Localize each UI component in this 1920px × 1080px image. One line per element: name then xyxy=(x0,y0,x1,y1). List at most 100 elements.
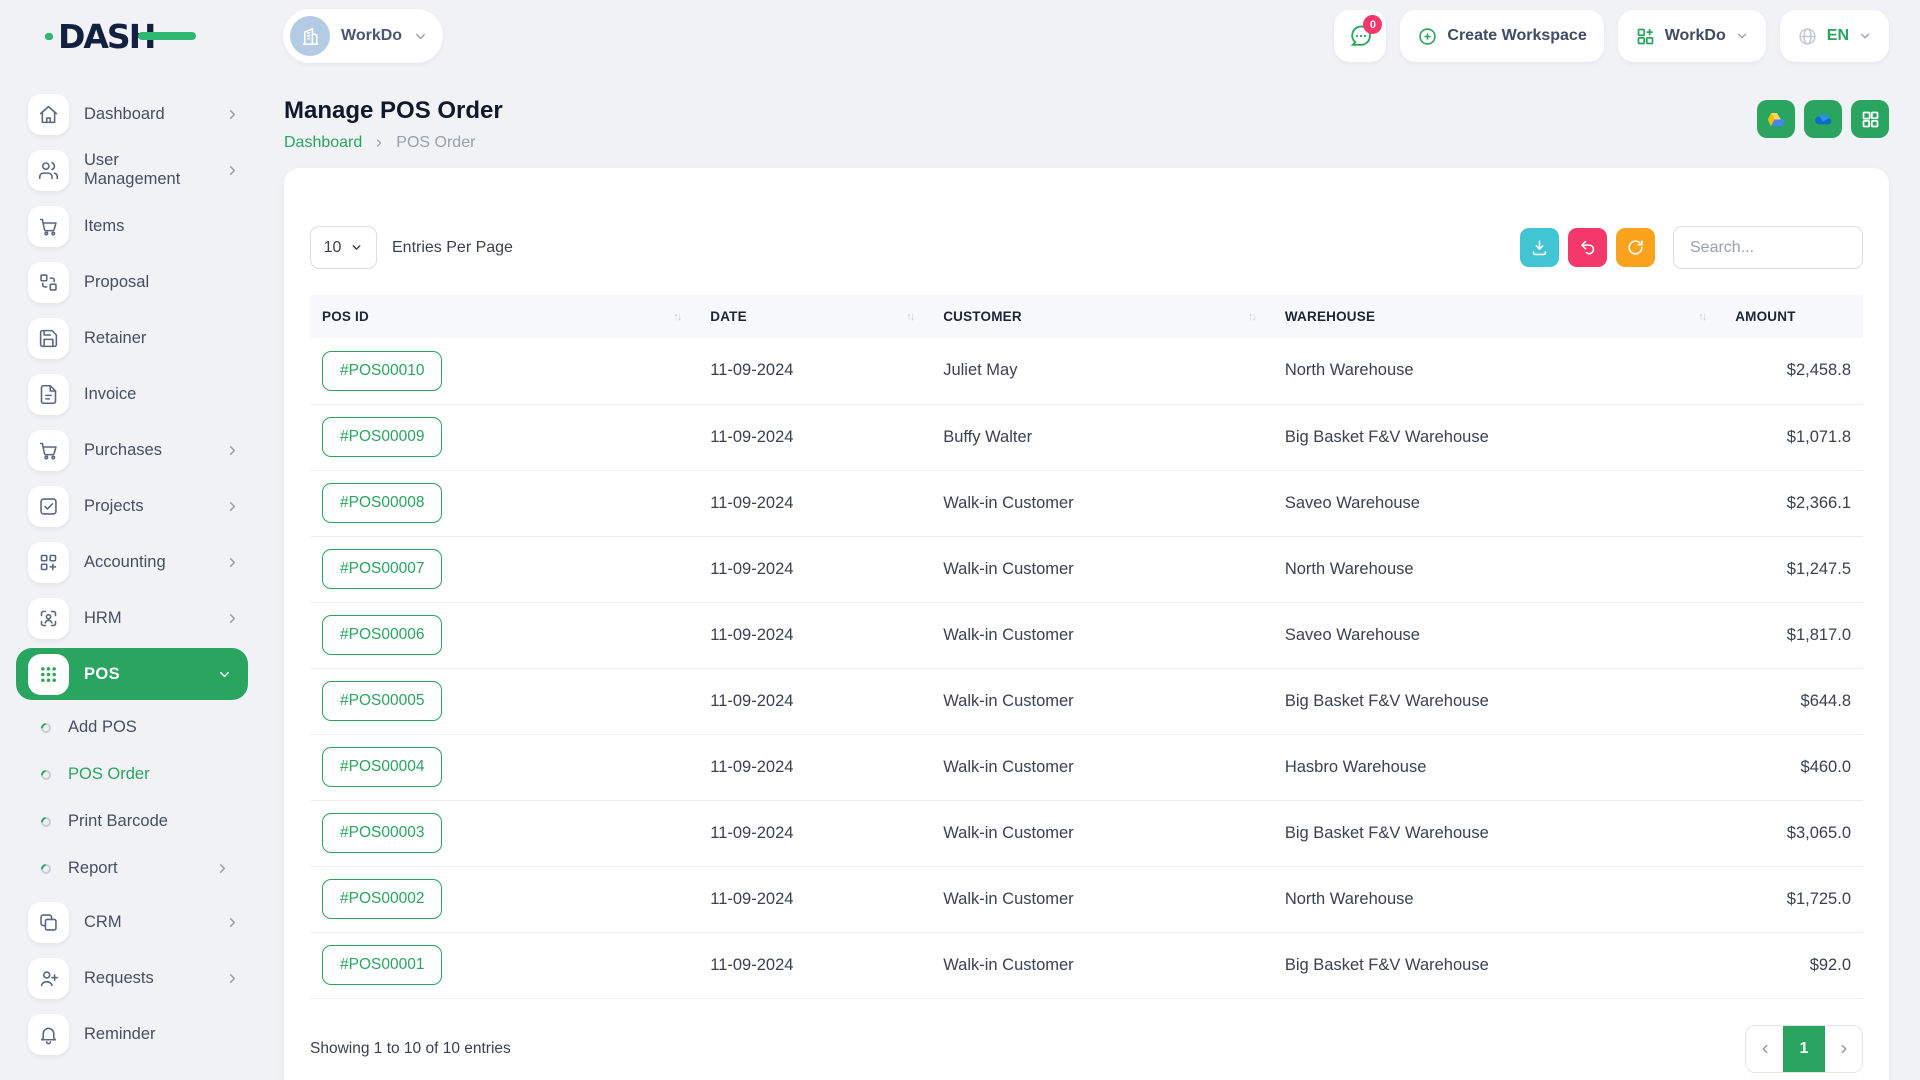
amount-cell: $1,725.0 xyxy=(1723,866,1863,932)
warehouse-cell: North Warehouse xyxy=(1273,866,1723,932)
pos-id-badge[interactable]: #POS00005 xyxy=(322,681,442,721)
sidebar-item-label: Requests xyxy=(84,969,154,988)
sidebar-item-retainer[interactable]: Retainer xyxy=(0,312,260,364)
customer-cell: Walk-in Customer xyxy=(931,734,1273,800)
sidebar-item-purchases[interactable]: Purchases xyxy=(0,424,260,476)
breadcrumb-current: POS Order xyxy=(396,134,475,152)
grid-view-button[interactable] xyxy=(1851,100,1889,138)
chevron-down-icon xyxy=(1858,29,1872,43)
pos-id-badge[interactable]: #POS00006 xyxy=(322,615,442,655)
google-drive-icon xyxy=(1766,109,1787,130)
sidebar-subitem-print-barcode[interactable]: Print Barcode xyxy=(0,798,260,845)
sidebar-item-projects[interactable]: Projects xyxy=(0,480,260,532)
reset-button[interactable] xyxy=(1568,228,1607,267)
warehouse-cell: North Warehouse xyxy=(1273,536,1723,602)
pos-id-badge[interactable]: #POS00008 xyxy=(322,483,442,523)
workspace-name: WorkDo xyxy=(341,27,402,45)
sidebar-item-items[interactable]: Items xyxy=(0,200,260,252)
pos-id-badge[interactable]: #POS00002 xyxy=(322,879,442,919)
amount-cell: $2,458.8 xyxy=(1723,338,1863,404)
date-cell: 11-09-2024 xyxy=(698,668,931,734)
column-header-customer[interactable]: CUSTOMER↑↓ xyxy=(931,295,1273,338)
table-action-buttons xyxy=(1520,228,1655,267)
chevron-right-icon xyxy=(225,555,240,570)
onedrive-button[interactable] xyxy=(1804,100,1842,138)
sort-icon[interactable]: ↑↓ xyxy=(1698,311,1711,323)
amount-cell: $644.8 xyxy=(1723,668,1863,734)
column-header-warehouse[interactable]: WAREHOUSE ↑↓ xyxy=(1273,295,1723,338)
sidebar-menu: DashboardUser ManagementItems Proposal Ret… xyxy=(0,88,260,1060)
plus-circle-icon xyxy=(1417,26,1438,47)
app-menu-button[interactable]: WorkDo xyxy=(1618,10,1766,62)
page-title: Manage POS Order xyxy=(284,97,503,125)
refresh-button[interactable] xyxy=(1616,228,1655,267)
export-download-button[interactable] xyxy=(1520,228,1559,267)
sidebar-item-proposal[interactable]: Proposal xyxy=(0,256,260,308)
sidebar-subitem-pos-order[interactable]: POS Order xyxy=(0,751,260,798)
pagination-next-button[interactable] xyxy=(1825,1026,1862,1072)
customer-cell: Juliet May xyxy=(931,338,1273,404)
sort-icon[interactable]: ↑↓ xyxy=(1248,311,1261,323)
sidebar-item-label: Proposal xyxy=(84,273,149,292)
sort-icon[interactable]: ↑↓ xyxy=(906,311,919,323)
breadcrumb-dashboard-link[interactable]: Dashboard xyxy=(284,134,362,152)
sidebar-item-reminder[interactable]: Reminder xyxy=(0,1008,260,1060)
messages-button[interactable]: 0 xyxy=(1334,10,1386,62)
pos-id-badge[interactable]: #POS00009 xyxy=(322,417,442,457)
date-cell: 11-09-2024 xyxy=(698,734,931,800)
pagination-prev-button[interactable] xyxy=(1746,1026,1783,1072)
column-label: WAREHOUSE xyxy=(1285,309,1375,324)
pos-id-cell: #POS00007 xyxy=(310,536,698,602)
column-header-pos-id[interactable]: POS ID↑↓ xyxy=(310,295,698,338)
brand-logo[interactable]: DASH xyxy=(0,0,260,72)
sidebar-item-hrm[interactable]: HRM xyxy=(0,592,260,644)
amount-cell: $1,247.5 xyxy=(1723,536,1863,602)
sidebar-item-dashboard[interactable]: Dashboard xyxy=(0,88,260,140)
sidebar-item-user-management[interactable]: User Management xyxy=(0,144,260,196)
pos-order-table: POS ID↑↓DATE↑↓CUSTOMER↑↓ WAREHOUSE ↑↓ AMOUN… xyxy=(310,295,1863,999)
amount-cell: $2,366.1 xyxy=(1723,470,1863,536)
grid-plus-icon xyxy=(1635,26,1656,47)
sidebar-item-pos[interactable]: POS xyxy=(16,648,248,700)
pos-id-badge[interactable]: #POS00010 xyxy=(322,351,442,391)
column-label: AMOUNT xyxy=(1735,309,1795,324)
sidebar-item-crm[interactable]: CRM xyxy=(0,896,260,948)
sort-icon[interactable]: ↑↓ xyxy=(673,311,686,323)
topbar-right: 0 Create Workspace WorkDo EN xyxy=(1334,10,1889,62)
sidebar: DASH DashboardUser ManagementItems Propos… xyxy=(0,0,260,1080)
chevron-right-icon xyxy=(225,611,240,626)
sidebar-item-accounting[interactable]: Accounting xyxy=(0,536,260,588)
search-input[interactable] xyxy=(1673,226,1863,269)
pos-id-badge[interactable]: #POS00007 xyxy=(322,549,442,589)
user-plus-icon xyxy=(28,958,69,999)
workspace-selector[interactable]: WorkDo xyxy=(283,9,443,63)
pos-id-badge[interactable]: #POS00004 xyxy=(322,747,442,787)
sidebar-subitem-add-pos[interactable]: Add POS xyxy=(0,704,260,751)
chevron-down-icon xyxy=(1735,29,1749,43)
entries-per-page-value: 10 xyxy=(324,239,342,257)
customer-cell: Walk-in Customer xyxy=(931,932,1273,998)
pagination-page-1[interactable]: 1 xyxy=(1783,1026,1825,1072)
google-drive-button[interactable] xyxy=(1757,100,1795,138)
language-selector[interactable]: EN xyxy=(1780,10,1889,62)
table-head: POS ID↑↓DATE↑↓CUSTOMER↑↓ WAREHOUSE ↑↓ AMOUN… xyxy=(310,295,1863,338)
entries-per-page-select[interactable]: 10 xyxy=(310,226,377,269)
chevron-right-icon xyxy=(225,107,240,122)
sidebar-item-label: CRM xyxy=(84,913,122,932)
header-action-buttons xyxy=(1757,100,1889,138)
topbar: WorkDo 0 Create Workspace WorkDo EN xyxy=(260,0,1920,72)
chevron-right-icon xyxy=(215,861,230,876)
dots-grid-icon xyxy=(28,654,69,695)
create-workspace-button[interactable]: Create Workspace xyxy=(1400,10,1603,62)
person-scan-icon xyxy=(28,598,69,639)
pos-id-badge[interactable]: #POS00003 xyxy=(322,813,442,853)
date-cell: 11-09-2024 xyxy=(698,536,931,602)
column-header-date[interactable]: DATE↑↓ xyxy=(698,295,931,338)
users-icon xyxy=(28,150,69,191)
sidebar-item-invoice[interactable]: Invoice xyxy=(0,368,260,420)
column-header-amount: AMOUNT xyxy=(1723,295,1863,338)
sidebar-item-label: Invoice xyxy=(84,385,136,404)
pos-id-badge[interactable]: #POS00001 xyxy=(322,945,442,985)
sidebar-item-requests[interactable]: Requests xyxy=(0,952,260,1004)
sidebar-subitem-report[interactable]: Report xyxy=(0,845,260,892)
